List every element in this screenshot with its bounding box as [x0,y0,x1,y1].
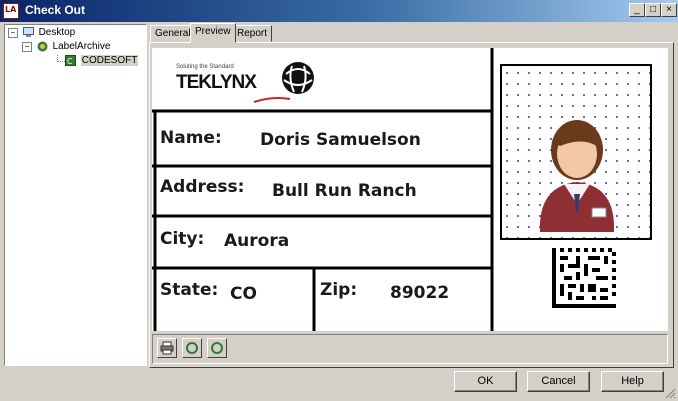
name-value: Doris Samuelson [260,130,421,150]
tree-item-label: LabelArchive [52,41,111,52]
teklynx-logo: Soluting the Standard TEKLYNX [172,60,322,105]
print-button[interactable] [157,338,177,358]
tree-item-labelarchive[interactable]: − LabelArchive [22,41,110,55]
state-label: State: [160,280,219,300]
person-photo-icon [539,120,615,232]
tab-general[interactable]: General [150,25,196,42]
tree-connector [57,55,65,62]
title-bar[interactable]: LA Check Out _ □ × [0,0,678,22]
tab-preview[interactable]: Preview [190,23,236,43]
cancel-button[interactable]: Cancel [527,371,590,392]
swoosh-icon [253,97,291,103]
tree-item-codesoft[interactable]: C CODESOFT [65,55,139,69]
zip-value: 89022 [390,283,450,303]
label-archive-icon [37,41,48,52]
resize-grip-icon[interactable] [664,387,676,399]
preview-toolbar [152,334,668,364]
folder-tree[interactable]: − Desktop − LabelArchive C CODESOFT [4,24,147,366]
address-label: Address: [160,177,245,197]
desktop-icon [22,27,34,38]
state-value: CO [230,284,257,304]
collapse-icon[interactable]: − [22,41,32,52]
ok-button[interactable]: OK [454,371,517,392]
tree-item-label: CODESOFT [80,55,139,66]
logo-tagline: Soluting the Standard [176,64,234,70]
rotate-right-button[interactable] [207,338,227,358]
zip-label: Zip: [320,280,358,300]
label-preview: Soluting the Standard TEKLYNX Name: Dori… [152,48,668,331]
datamatrix-barcode-icon [552,248,616,308]
city-label: City: [160,229,205,249]
address-value: Bull Run Ranch [272,181,417,201]
close-button[interactable]: × [661,3,677,17]
name-label: Name: [160,128,222,148]
help-button[interactable]: Help [601,371,664,392]
collapse-icon[interactable]: − [8,27,18,38]
print-icon [160,341,174,355]
rotate-right-icon [211,342,223,354]
city-value: Aurora [224,231,290,251]
minimize-button[interactable]: _ [629,3,645,17]
tab-report[interactable]: Report [232,25,273,42]
tree-item-desktop[interactable]: − Desktop [8,27,75,41]
logo-text: TEKLYNX [176,72,257,93]
tree-item-label: Desktop [38,27,76,38]
codesoft-icon: C [65,55,76,66]
rotate-left-button[interactable] [182,338,202,358]
window-title: Check Out [25,3,86,17]
svg-text:C: C [67,57,73,66]
restore-button[interactable]: □ [645,3,661,17]
app-icon: LA [3,3,19,19]
rotate-left-icon [186,342,198,354]
